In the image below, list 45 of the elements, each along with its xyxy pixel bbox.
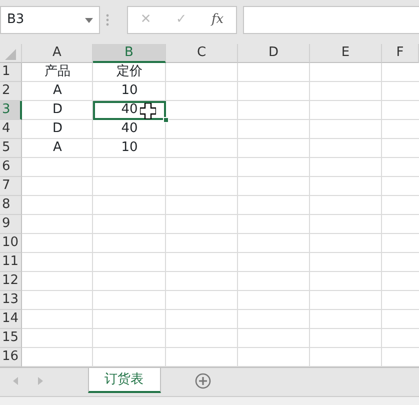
fill-handle[interactable] xyxy=(163,117,169,123)
table-cell-text: D xyxy=(51,120,64,138)
row-header[interactable]: 16 xyxy=(0,348,22,367)
table-cell-text: A xyxy=(52,82,63,100)
table-cell-text: 10 xyxy=(120,82,139,100)
sheet-tab[interactable]: 订货表 xyxy=(88,368,160,393)
row-header[interactable]: 12 xyxy=(0,272,22,291)
row-header[interactable]: 4 xyxy=(0,120,22,139)
table-cell-text: 10 xyxy=(120,139,139,157)
column-header[interactable]: E xyxy=(310,44,382,63)
insert-function-button[interactable]: fx xyxy=(211,10,224,30)
table-cell-text: A xyxy=(52,139,63,157)
selected-cell[interactable]: 40 xyxy=(93,101,166,120)
row-header[interactable]: 3 xyxy=(0,101,22,120)
dropdown-caret-icon[interactable] xyxy=(85,18,93,22)
row-header[interactable]: 11 xyxy=(0,253,22,272)
add-sheet-icon[interactable] xyxy=(194,373,210,389)
select-all-icon[interactable] xyxy=(5,49,16,60)
column-header[interactable]: B xyxy=(93,44,166,63)
cursor-icon xyxy=(140,103,156,119)
table-cell-text: 产品 xyxy=(44,63,72,81)
column-header[interactable]: A xyxy=(22,44,93,63)
table-cell-text: 定价 xyxy=(116,63,144,81)
column-header[interactable]: F xyxy=(382,44,419,63)
table-cell-text: D xyxy=(51,101,64,119)
column-header[interactable]: C xyxy=(166,44,238,63)
row-header[interactable]: 10 xyxy=(0,234,22,253)
row-header[interactable]: 14 xyxy=(0,310,22,329)
row-header[interactable]: 8 xyxy=(0,196,22,215)
name-box[interactable]: B3 xyxy=(0,6,100,34)
cell-reference: B3 xyxy=(7,11,24,30)
row-header[interactable]: 5 xyxy=(0,139,22,158)
row-header[interactable]: 6 xyxy=(0,158,22,177)
formula-input-field[interactable] xyxy=(243,6,419,34)
row-header[interactable]: 9 xyxy=(0,215,22,234)
scroll-right-icon[interactable] xyxy=(38,376,42,384)
drag-handle-icon xyxy=(106,14,109,26)
scroll-left-icon[interactable] xyxy=(13,376,18,384)
row-header[interactable]: 15 xyxy=(0,329,22,348)
row-header[interactable]: 2 xyxy=(0,82,22,101)
row-header[interactable]: 13 xyxy=(0,291,22,310)
row-header[interactable]: 1 xyxy=(0,63,22,82)
column-header[interactable]: D xyxy=(238,44,310,63)
table-cell-text: 40 xyxy=(120,120,139,138)
row-header[interactable]: 7 xyxy=(0,177,22,196)
